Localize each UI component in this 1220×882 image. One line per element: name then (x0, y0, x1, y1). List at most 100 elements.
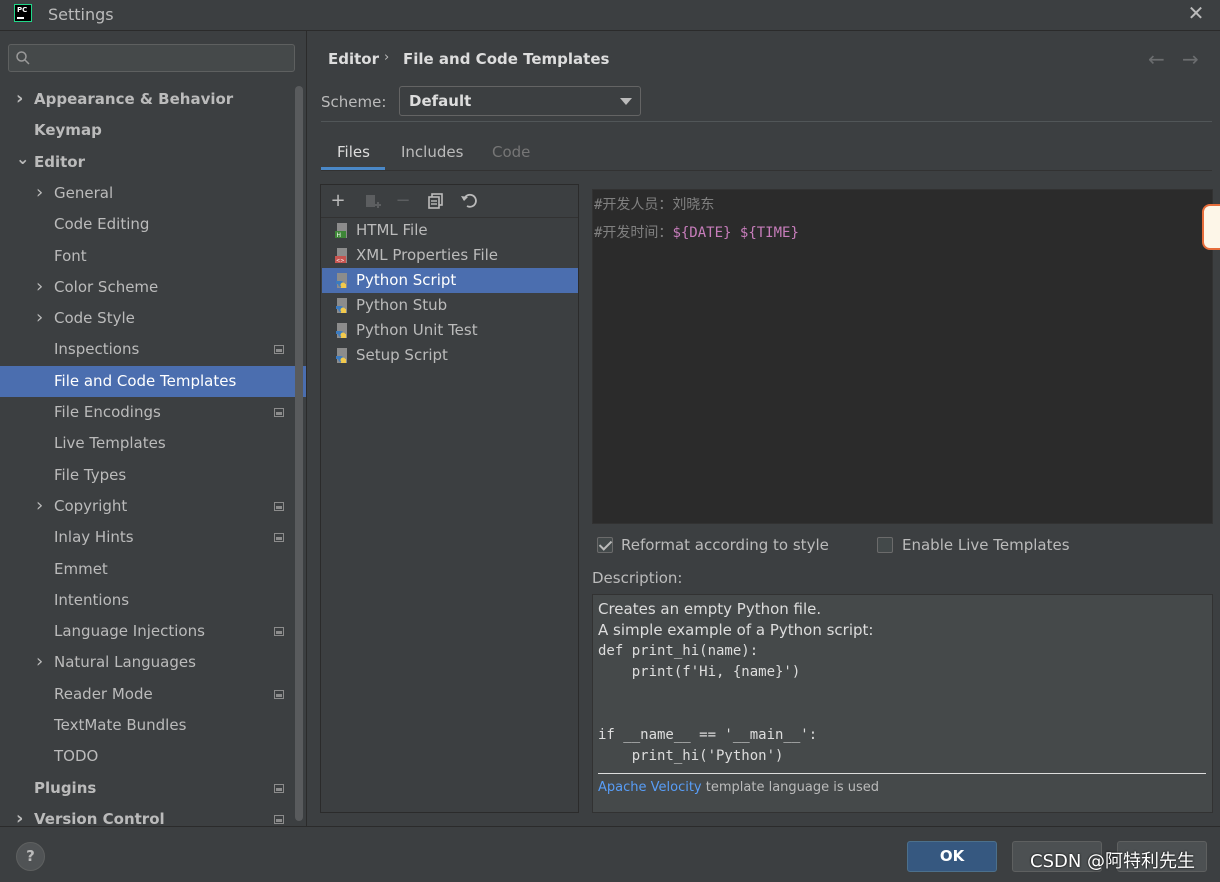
sidebar-item-label: File Encodings (54, 403, 161, 421)
sidebar-item[interactable]: ⌄ Editor (0, 147, 306, 178)
template-list-item[interactable]: Python Unit Test (322, 318, 578, 343)
code-line: #开发时间：${DATE} ${TIME} (594, 223, 799, 243)
sidebar-item[interactable]: › Appearance & Behavior (0, 84, 306, 115)
sidebar-item-label: TextMate Bundles (54, 716, 187, 734)
sidebar-item[interactable]: Code Editing (0, 209, 306, 240)
sidebar-item[interactable]: › Color Scheme (0, 272, 306, 303)
project-level-icon (274, 627, 284, 637)
sidebar-item-label: Inspections (54, 340, 140, 359)
help-button[interactable]: ? (16, 842, 45, 871)
ok-button[interactable]: OK (907, 841, 997, 872)
template-editor[interactable]: #开发人员：刘晓东 #开发时间：${DATE} ${TIME} (592, 189, 1213, 524)
scheme-select[interactable]: Default (399, 86, 641, 116)
floating-widget-icon[interactable] (1202, 204, 1220, 250)
template-list-item[interactable]: Python Script (322, 268, 578, 293)
sidebar-item-label: File Types (54, 465, 127, 484)
svg-text:H: H (337, 232, 342, 239)
search-input[interactable] (8, 44, 295, 72)
back-arrow-icon[interactable]: ← (1148, 47, 1165, 71)
sidebar-item-label: Color Scheme (54, 277, 159, 296)
sidebar-item[interactable]: File Encodings (0, 397, 306, 428)
chevron-right-icon[interactable]: › (16, 83, 28, 114)
html-file-icon: H (335, 223, 347, 239)
sidebar-item[interactable]: Reader Mode (0, 679, 306, 710)
sidebar-item-label: Font (54, 246, 87, 265)
settings-sidebar: › Appearance & Behavior Keymap ⌄ Editor › Gene… (0, 31, 307, 829)
template-list-item[interactable]: Setup Script (322, 343, 578, 368)
python-file-icon (336, 348, 347, 363)
template-list-item[interactable]: H HTML File (322, 218, 578, 243)
sidebar-item[interactable]: Language Injections (0, 616, 306, 647)
forward-arrow-icon[interactable]: → (1182, 47, 1199, 71)
template-list-item[interactable]: Python Stub (322, 293, 578, 318)
sidebar-item[interactable]: Font (0, 241, 306, 272)
reformat-label[interactable]: Reformat according to style (621, 536, 829, 554)
sidebar-item-label: Code Style (54, 309, 135, 328)
template-label: Python Unit Test (356, 321, 478, 339)
description-rule (598, 773, 1206, 774)
chevron-down-icon (620, 98, 632, 105)
sidebar-item-label: Plugins (34, 778, 97, 797)
velocity-link[interactable]: Apache Velocity (598, 780, 702, 795)
sidebar-item[interactable]: › Copyright (0, 491, 306, 522)
project-level-icon (274, 689, 284, 699)
sidebar-item[interactable]: › Code Style (0, 303, 306, 334)
add-child-icon[interactable] (363, 191, 383, 211)
reset-icon[interactable] (459, 191, 479, 211)
project-level-icon (274, 408, 284, 417)
sidebar-item[interactable]: › Natural Languages (0, 647, 306, 678)
sidebar-item-label: File and Code Templates (54, 371, 237, 390)
close-window-button[interactable]: ✕ (1186, 3, 1206, 23)
code-variable: ${DATE} (672, 225, 732, 241)
sidebar-item[interactable]: Intentions (0, 585, 306, 616)
chevron-right-icon[interactable]: › (36, 490, 48, 521)
sidebar-item[interactable]: Emmet (0, 554, 306, 585)
templates-panel: + − H HTML File <> XML Properties File Pytho… (320, 184, 579, 813)
sidebar-item-label: Language Injections (54, 622, 205, 641)
sidebar-item-label: Editor (34, 152, 85, 171)
chevron-right-icon[interactable]: › (36, 271, 48, 302)
reformat-checkbox[interactable] (597, 537, 613, 553)
sidebar-scrollbar[interactable] (295, 86, 303, 821)
title-bar: PC Settings ✕ (0, 0, 1220, 31)
code-comment: #开发时间： (594, 225, 673, 241)
sidebar-item[interactable]: TODO (0, 741, 306, 772)
sidebar-item[interactable]: TextMate Bundles (0, 710, 306, 741)
sidebar-item[interactable]: File and Code Templates (0, 365, 306, 397)
live-templates-label[interactable]: Enable Live Templates (902, 536, 1070, 554)
template-label: HTML File (356, 221, 428, 239)
sidebar-item[interactable]: Inlay Hints (0, 522, 306, 553)
sidebar-item-label: Copyright (54, 496, 128, 515)
search-icon (16, 51, 30, 65)
live-templates-checkbox[interactable] (877, 537, 893, 553)
chevron-down-icon[interactable]: ⌄ (16, 143, 29, 174)
add-icon[interactable]: + (328, 191, 348, 211)
breadcrumb-separator: › (384, 50, 390, 65)
template-list-item[interactable]: <> XML Properties File (322, 243, 578, 268)
project-level-icon (274, 345, 284, 355)
sidebar-item[interactable]: File Types (0, 460, 306, 491)
sidebar-item-label: Live Templates (54, 434, 166, 453)
template-label: Python Script (356, 271, 457, 289)
sidebar-item[interactable]: › General (0, 178, 306, 209)
sidebar-item[interactable]: Inspections (0, 334, 306, 365)
chevron-right-icon[interactable]: › (36, 177, 48, 208)
tab-includes[interactable]: Includes (401, 143, 463, 171)
breadcrumb-parent[interactable]: Editor (328, 50, 379, 68)
copy-icon[interactable] (426, 191, 446, 211)
scheme-label: Scheme: (321, 93, 387, 111)
chevron-right-icon[interactable]: › (36, 646, 48, 677)
python-file-icon (336, 323, 347, 338)
sidebar-item[interactable]: Plugins (0, 773, 306, 804)
project-level-icon (274, 814, 284, 824)
sidebar-item-label: Natural Languages (54, 653, 196, 672)
python-file-icon (336, 273, 347, 288)
sidebar-item[interactable]: Live Templates (0, 428, 306, 459)
sidebar-item-label: Reader Mode (54, 684, 153, 703)
sidebar-item[interactable]: Keymap (0, 115, 306, 146)
description-code-line: print_hi('Python') (598, 748, 784, 764)
remove-icon[interactable]: − (393, 191, 413, 211)
description-footer: Apache Velocity template language is use… (598, 780, 879, 795)
sidebar-item-label: Intentions (54, 590, 130, 609)
chevron-right-icon[interactable]: › (36, 302, 48, 333)
